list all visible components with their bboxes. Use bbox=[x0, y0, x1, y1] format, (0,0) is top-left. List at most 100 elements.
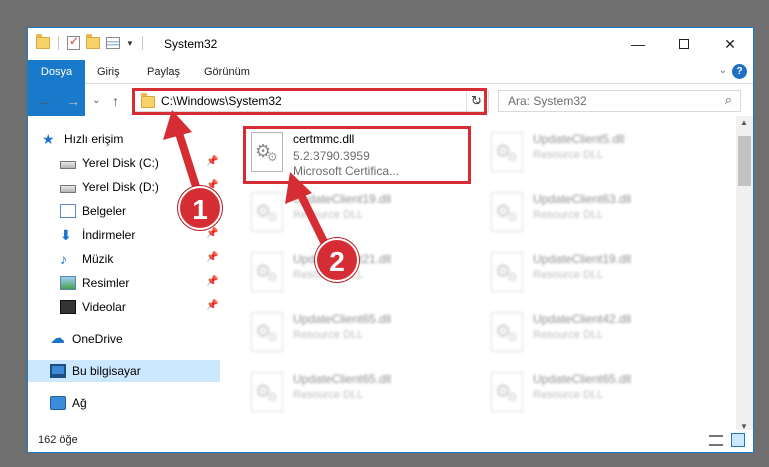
file-item[interactable]: UpdateClient5.dll Resource DLL bbox=[485, 124, 710, 180]
file-item[interactable]: UpdateClient63.dll Resource DLL bbox=[485, 184, 710, 240]
scroll-up-icon[interactable]: ▲ bbox=[740, 118, 748, 127]
window-title: System32 bbox=[164, 37, 218, 51]
sidebar-item-this-pc[interactable]: Bu bilgisayar bbox=[28, 360, 220, 382]
file-description: Resource DLL bbox=[293, 329, 364, 341]
search-icon[interactable]: ⌕ bbox=[725, 92, 732, 108]
file-name: UpdateClient63.dll bbox=[533, 192, 632, 206]
customize-icon[interactable] bbox=[106, 37, 120, 49]
tab-share[interactable]: Paylaş bbox=[147, 60, 180, 84]
file-item[interactable]: UpdateClient42.dll Resource DLL bbox=[485, 304, 710, 360]
pin-icon[interactable]: 📌 bbox=[206, 156, 218, 167]
file-name: UpdateClient65.dll bbox=[533, 372, 632, 386]
pin-icon[interactable]: 📌 bbox=[206, 300, 218, 311]
sidebar-item-label: Resimler bbox=[82, 276, 130, 290]
sidebar-item-label: Videolar bbox=[82, 300, 126, 314]
properties-check-icon[interactable] bbox=[67, 34, 80, 50]
qat-dropdown-icon[interactable]: ▼ bbox=[126, 39, 134, 48]
recent-locations-button[interactable]: ⌄ bbox=[92, 95, 100, 106]
item-count: 162 öğe bbox=[38, 434, 78, 446]
pin-icon[interactable]: 📌 bbox=[206, 228, 218, 239]
sidebar-item-label: Yerel Disk (C:) bbox=[82, 156, 159, 170]
search-input[interactable]: Ara: System32 ⌕ bbox=[498, 90, 741, 112]
file-description: Resource DLL bbox=[533, 209, 604, 221]
dll-file-icon bbox=[251, 192, 283, 232]
sidebar-item-network[interactable]: Ağ bbox=[28, 392, 220, 414]
file-highlight-box bbox=[243, 126, 471, 184]
pictures-icon bbox=[60, 276, 76, 290]
tab-home[interactable]: Giriş bbox=[97, 60, 120, 84]
sidebar-item-videos[interactable]: Videolar 📌 bbox=[28, 296, 220, 318]
music-icon: ♪ bbox=[60, 251, 67, 267]
dll-file-icon bbox=[251, 252, 283, 292]
file-name: UpdateClient19.dll bbox=[293, 192, 392, 206]
file-description: Resource DLL bbox=[533, 149, 604, 161]
close-button[interactable]: ✕ bbox=[707, 28, 753, 60]
sidebar-item-disk-c[interactable]: Yerel Disk (C:) 📌 bbox=[28, 152, 220, 174]
pin-icon[interactable]: 📌 bbox=[206, 276, 218, 287]
navigation-pane: ★ Hızlı erişim Yerel Disk (C:) 📌 Yerel D… bbox=[28, 122, 220, 430]
file-description: Resource DLL bbox=[293, 389, 364, 401]
file-item[interactable]: UpdateClient19.dll Resource DLL bbox=[245, 184, 470, 240]
dll-file-icon bbox=[491, 372, 523, 412]
details-view-icon[interactable] bbox=[709, 435, 723, 446]
cloud-icon: ☁ bbox=[50, 330, 65, 347]
separator bbox=[141, 36, 143, 50]
tab-view[interactable]: Görünüm bbox=[204, 60, 250, 84]
file-description: Resource DLL bbox=[293, 209, 364, 221]
sidebar-item-label: İndirmeler bbox=[82, 228, 136, 242]
network-icon bbox=[50, 396, 66, 410]
sidebar-item-pictures[interactable]: Resimler 📌 bbox=[28, 272, 220, 294]
maximize-icon bbox=[679, 39, 689, 49]
sidebar-item-onedrive[interactable]: ☁ OneDrive bbox=[28, 328, 220, 350]
star-icon: ★ bbox=[42, 131, 55, 147]
dll-file-icon bbox=[491, 132, 523, 172]
scroll-thumb[interactable] bbox=[738, 136, 751, 186]
disk-icon bbox=[60, 184, 76, 193]
dll-file-icon bbox=[251, 372, 283, 412]
maximize-button[interactable] bbox=[661, 28, 707, 60]
file-name: UpdateClient42.dll bbox=[533, 312, 632, 326]
ribbon-expand-icon[interactable]: ⌄ bbox=[719, 65, 727, 76]
file-description: Resource DLL bbox=[533, 269, 604, 281]
sidebar-item-label: Ağ bbox=[72, 396, 87, 410]
large-icons-view-icon[interactable] bbox=[731, 433, 745, 447]
computer-icon bbox=[50, 364, 66, 378]
sidebar-item-music[interactable]: ♪ Müzik 📌 bbox=[28, 248, 220, 270]
pin-icon[interactable]: 📌 bbox=[206, 252, 218, 263]
documents-icon bbox=[60, 204, 76, 218]
folder-icon bbox=[36, 34, 50, 49]
ribbon-tabs: Dosya Giriş Paylaş Görünüm ⌄ ? bbox=[28, 60, 753, 116]
explorer-window: ▼ System32 — ✕ Dosya Giriş Paylaş Görünü… bbox=[27, 27, 754, 453]
vertical-scrollbar[interactable]: ▲ ▼ bbox=[736, 116, 753, 433]
separator bbox=[58, 36, 59, 50]
file-name: UpdateClient65.dll bbox=[293, 372, 392, 386]
forward-button[interactable]: → bbox=[66, 93, 80, 109]
file-name: UpdateClient5.dll bbox=[533, 132, 625, 146]
dll-file-icon bbox=[251, 312, 283, 352]
file-item[interactable]: UpdateClient65.dll Resource DLL bbox=[245, 364, 470, 420]
minimize-button[interactable]: — bbox=[615, 28, 661, 60]
file-name: UpdateClient19.dll bbox=[533, 252, 632, 266]
title-bar: ▼ System32 — ✕ bbox=[28, 28, 753, 60]
callout-badge-1: 1 bbox=[178, 186, 222, 230]
disk-icon bbox=[60, 160, 76, 169]
help-icon[interactable]: ? bbox=[732, 64, 747, 79]
file-item[interactable]: UpdateClient19.dll Resource DLL bbox=[485, 244, 710, 300]
sidebar-item-label: Müzik bbox=[82, 252, 114, 266]
address-highlight-box bbox=[132, 88, 487, 115]
sidebar-item-quick-access[interactable]: ★ Hızlı erişim bbox=[28, 128, 220, 150]
download-icon: ⬇ bbox=[60, 227, 72, 243]
status-bar: 162 öğe bbox=[28, 430, 753, 452]
sidebar-item-label: Belgeler bbox=[82, 204, 127, 218]
file-description: Resource DLL bbox=[533, 389, 604, 401]
dll-file-icon bbox=[491, 252, 523, 292]
close-icon: ✕ bbox=[724, 35, 736, 52]
callout-badge-2: 2 bbox=[315, 238, 359, 282]
file-item[interactable]: UpdateClient65.dll Resource DLL bbox=[245, 304, 470, 360]
back-button[interactable]: ← bbox=[38, 93, 52, 109]
file-item[interactable]: UpdateClient65.dll Resource DLL bbox=[485, 364, 710, 420]
up-button[interactable]: ↑ bbox=[112, 93, 119, 109]
quick-access-toolbar: ▼ bbox=[36, 34, 145, 50]
search-placeholder: Ara: System32 bbox=[508, 94, 587, 108]
new-folder-icon[interactable] bbox=[86, 34, 100, 49]
